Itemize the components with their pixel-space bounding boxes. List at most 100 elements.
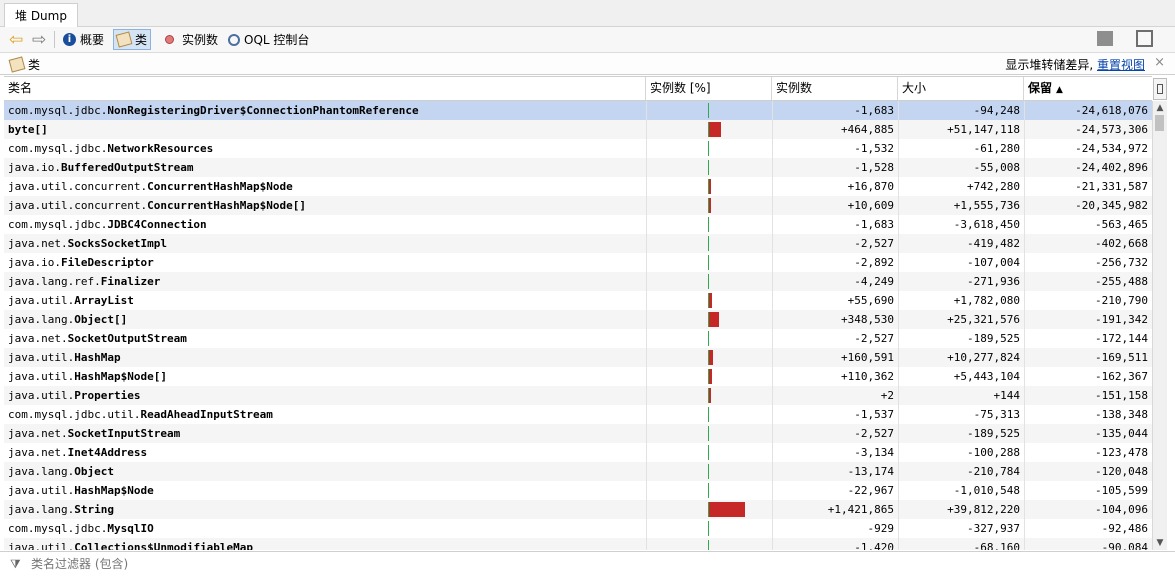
dock-view-icon[interactable]: [1136, 30, 1153, 47]
table-row[interactable]: java.util.Collections$UnmodifiableMap -1,…: [4, 538, 1152, 550]
package-name: java.util.concurrent.: [8, 180, 148, 193]
summary-button[interactable]: i 概要: [60, 29, 107, 50]
heap-dump-tab[interactable]: 堆 Dump: [4, 3, 78, 27]
panel-actions: 显示堆转储差异, 重置视图: [1005, 56, 1145, 73]
filter-icon: ⧩: [10, 557, 21, 571]
table-row[interactable]: java.lang.Object -13,174 -210,784 -120,048: [4, 462, 1152, 481]
table-row[interactable]: java.lang.Object[] +348,530 +25,321,576 -19…: [4, 310, 1152, 329]
oql-console-button[interactable]: OQL 控制台: [225, 29, 312, 50]
table-row[interactable]: java.util.HashMap +160,591 +10,277,824 -169…: [4, 348, 1152, 367]
scrollbar-thumb[interactable]: [1155, 115, 1164, 131]
table-row[interactable]: java.net.SocksSocketImpl -2,527 -419,482 -4…: [4, 234, 1152, 253]
size-cell: +742,280: [898, 177, 1024, 196]
class-name-cell: java.net.SocksSocketImpl: [4, 234, 646, 253]
table-row[interactable]: com.mysql.jdbc.JDBC4Connection -1,683 -3,6…: [4, 215, 1152, 234]
table-row[interactable]: com.mysql.jdbc.NetworkResources -1,532 -61…: [4, 139, 1152, 158]
table-row[interactable]: java.net.SocketInputStream -2,527 -189,525…: [4, 424, 1152, 443]
class-name-cell: java.util.HashMap$Node[]: [4, 367, 646, 386]
column-instance-count[interactable]: 实例数: [772, 77, 898, 100]
package-name: com.mysql.jdbc.: [8, 218, 108, 231]
package-name: java.io.: [8, 256, 61, 269]
table-row[interactable]: java.io.BufferedOutputStream -1,528 -55,00…: [4, 158, 1152, 177]
scroll-up-icon[interactable]: ▲: [1153, 103, 1167, 113]
instance-percent-bar: [709, 179, 711, 194]
instance-percent-bar: [709, 369, 712, 384]
class-name-cell: java.lang.ref.Finalizer: [4, 272, 646, 291]
instance-dot-icon: [165, 35, 174, 44]
table-row[interactable]: java.util.Properties +2 +144 -151,158: [4, 386, 1152, 405]
close-icon[interactable]: ×: [1154, 55, 1165, 70]
package-name: java.util.: [8, 370, 75, 383]
classes-button[interactable]: 类: [113, 29, 152, 50]
package-name: java.util.: [8, 351, 75, 364]
reset-view-link[interactable]: 重置视图: [1097, 58, 1145, 72]
package-name: java.lang.: [8, 313, 75, 326]
column-size[interactable]: 大小: [898, 77, 1024, 100]
class-name-cell: java.util.HashMap: [4, 348, 646, 367]
table-row[interactable]: java.util.HashMap$Node[] +110,362 +5,443,1…: [4, 367, 1152, 386]
size-cell: -327,937: [898, 519, 1024, 538]
instance-percent-cell: [646, 462, 772, 481]
instance-percent-bar: [709, 293, 712, 308]
size-cell: +51,147,118: [898, 120, 1024, 139]
column-instance-percent-label: 实例数 [%]: [650, 81, 711, 95]
table-row[interactable]: com.mysql.jdbc.util.ReadAheadInputStream…: [4, 405, 1152, 424]
vertical-scrollbar[interactable]: ▲ ▼: [1152, 101, 1167, 550]
retained-cell: -151,158: [1024, 386, 1152, 405]
class-simple-name: SocketOutputStream: [67, 332, 187, 345]
class-name-cell: java.lang.String: [4, 500, 646, 519]
column-retained[interactable]: 保留 ▲: [1024, 77, 1152, 100]
package-name: java.lang.: [8, 503, 75, 516]
class-name-cell: java.lang.Object: [4, 462, 646, 481]
classes-label: 类: [135, 33, 148, 47]
table-row[interactable]: com.mysql.jdbc.MysqlIO -929 -327,937 -92,48…: [4, 519, 1152, 538]
column-chooser-icon[interactable]: [1153, 78, 1167, 100]
table-row[interactable]: java.lang.String +1,421,865 +39,812,220 -10…: [4, 500, 1152, 519]
package-name: java.util.: [8, 294, 75, 307]
table-row[interactable]: java.net.Inet4Address -3,134 -100,288 -123,…: [4, 443, 1152, 462]
filter-bar: ⧩: [0, 551, 1175, 577]
forward-button[interactable]: ⇨: [29, 29, 49, 50]
package-name: java.net.: [8, 332, 68, 345]
instance-count-cell: -1,683: [772, 101, 898, 120]
package-name: java.io.: [8, 161, 61, 174]
class-filter-input[interactable]: [31, 555, 1131, 573]
table-row[interactable]: java.util.concurrent.ConcurrentHashMap$N…: [4, 196, 1152, 215]
table-row[interactable]: byte[] +464,885 +51,147,118 -24,573,306: [4, 120, 1152, 139]
instance-count-cell: -13,174: [772, 462, 898, 481]
arrow-right-icon: ⇨: [32, 29, 47, 50]
instance-percent-cell: [646, 424, 772, 443]
class-simple-name: Collections$UnmodifiableMap: [74, 541, 254, 550]
instances-button[interactable]: 实例数: [158, 29, 221, 50]
instance-percent-cell: [646, 367, 772, 386]
class-name-cell: java.net.SocketOutputStream: [4, 329, 646, 348]
instance-count-cell: -929: [772, 519, 898, 538]
class-simple-name: Object[]: [74, 313, 128, 326]
column-class-name[interactable]: 类名: [4, 77, 646, 100]
instance-percent-cell: [646, 177, 772, 196]
size-cell: -189,525: [898, 329, 1024, 348]
retained-cell: -21,331,587: [1024, 177, 1152, 196]
size-cell: +1,555,736: [898, 196, 1024, 215]
class-simple-name: ConcurrentHashMap$Node: [147, 180, 293, 193]
column-instance-percent[interactable]: 实例数 [%]: [646, 77, 772, 100]
table-row[interactable]: java.net.SocketOutputStream -2,527 -189,52…: [4, 329, 1152, 348]
class-name-cell: java.net.SocketInputStream: [4, 424, 646, 443]
table-row[interactable]: java.lang.ref.Finalizer -4,249 -271,936 -25…: [4, 272, 1152, 291]
class-simple-name: MysqlIO: [107, 522, 154, 535]
table-row[interactable]: java.io.FileDescriptor -2,892 -107,004 -256…: [4, 253, 1152, 272]
snapshot-icon[interactable]: [1097, 31, 1113, 46]
retained-cell: -563,465: [1024, 215, 1152, 234]
class-name-cell: java.io.BufferedOutputStream: [4, 158, 646, 177]
bar-baseline: [708, 483, 709, 498]
table-row[interactable]: java.util.ArrayList +55,690 +1,782,080 -210…: [4, 291, 1152, 310]
instance-count-cell: -1,528: [772, 158, 898, 177]
table-row[interactable]: com.mysql.jdbc.NonRegisteringDriver$Conn…: [4, 101, 1152, 120]
bar-baseline: [708, 521, 709, 536]
retained-cell: -123,478: [1024, 443, 1152, 462]
scroll-down-icon[interactable]: ▼: [1153, 538, 1167, 548]
instance-count-cell: -3,134: [772, 443, 898, 462]
back-button[interactable]: ⇦: [6, 29, 26, 50]
table-row[interactable]: java.util.concurrent.ConcurrentHashMap$N…: [4, 177, 1152, 196]
table-row[interactable]: java.util.HashMap$Node -22,967 -1,010,548-…: [4, 481, 1152, 500]
